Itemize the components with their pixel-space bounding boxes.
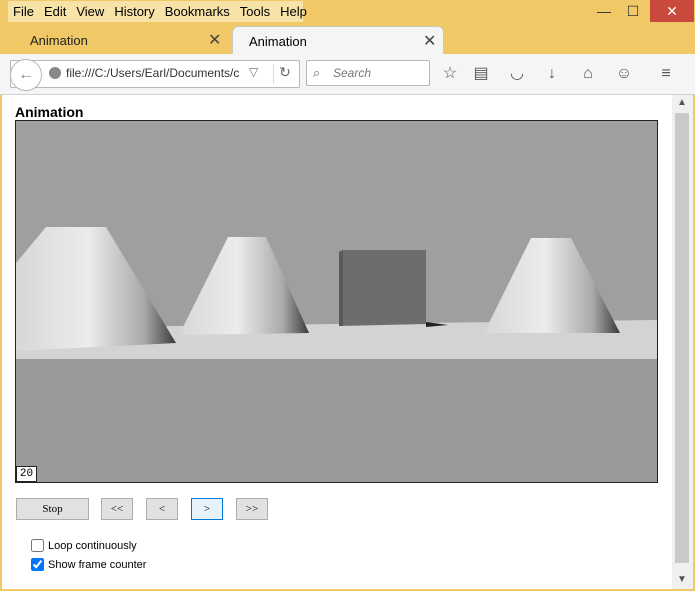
- frame-counter-option[interactable]: Show frame counter: [31, 558, 146, 571]
- frame-counter-checkbox[interactable]: [31, 558, 44, 571]
- frame-counter-label: Show frame counter: [48, 558, 147, 571]
- search-input[interactable]: [331, 63, 427, 83]
- frame-counter: 20: [16, 466, 37, 482]
- close-tab-icon[interactable]: ✕: [208, 30, 228, 50]
- tab-animation-1[interactable]: Animation ✕: [14, 26, 228, 54]
- menu-bar: File Edit View History Bookmarks Tools H…: [8, 1, 307, 22]
- menu-help[interactable]: Help: [275, 4, 312, 19]
- tab-strip: Animation ✕ Animation ✕ +: [0, 26, 695, 76]
- first-frame-button[interactable]: <<: [101, 498, 133, 520]
- home-icon[interactable]: ⌂: [577, 63, 599, 85]
- search-icon: ⌕: [313, 65, 321, 80]
- menu-history[interactable]: History: [109, 4, 159, 19]
- loop-label: Loop continuously: [48, 539, 137, 552]
- scroll-thumb[interactable]: [675, 113, 689, 563]
- tab-label: Animation: [249, 33, 307, 49]
- pocket-icon[interactable]: ◡: [506, 63, 528, 85]
- url-bar[interactable]: ← file:///C:/Users/Earl/Documents/c ▽ ↻: [10, 59, 300, 91]
- loop-option[interactable]: Loop continuously: [31, 539, 137, 552]
- tab-animation-2[interactable]: Animation ✕: [232, 26, 444, 55]
- menu-edit[interactable]: Edit: [39, 4, 71, 19]
- menu-view[interactable]: View: [71, 4, 109, 19]
- animation-viewport: 20: [15, 120, 658, 483]
- download-icon[interactable]: ↓: [541, 63, 563, 85]
- reload-icon[interactable]: ↻: [273, 64, 296, 84]
- page-title: Animation: [15, 104, 84, 120]
- loop-checkbox[interactable]: [31, 539, 44, 552]
- scene-render: [16, 121, 657, 482]
- last-frame-button[interactable]: >>: [236, 498, 268, 520]
- menu-tools[interactable]: Tools: [235, 4, 275, 19]
- minimize-button[interactable]: —: [589, 0, 619, 22]
- next-frame-button[interactable]: >: [191, 498, 223, 520]
- cube: [339, 250, 426, 326]
- close-tab-icon[interactable]: ✕: [423, 31, 443, 51]
- previous-frame-button[interactable]: <: [146, 498, 178, 520]
- menu-bookmarks[interactable]: Bookmarks: [160, 4, 235, 19]
- close-window-button[interactable]: ✕: [650, 0, 694, 22]
- menu-file[interactable]: File: [8, 4, 39, 19]
- url-text[interactable]: file:///C:/Users/Earl/Documents/c: [66, 66, 246, 80]
- reader-view-icon[interactable]: ▤: [470, 63, 492, 85]
- page-content: Animation 20 Stop << < > >> Loop continu…: [2, 95, 672, 589]
- url-dropdown-icon[interactable]: ▽: [249, 65, 258, 79]
- emoji-icon[interactable]: ☺: [613, 63, 635, 85]
- scroll-up-icon[interactable]: ▲: [677, 97, 687, 108]
- stop-button[interactable]: Stop: [16, 498, 89, 520]
- search-box[interactable]: ⌕: [306, 60, 430, 86]
- vertical-scrollbar[interactable]: ▲ ▼: [672, 95, 693, 589]
- nav-bar: ← file:///C:/Users/Earl/Documents/c ▽ ↻ …: [0, 54, 695, 95]
- bookmark-star-icon[interactable]: ☆: [439, 63, 461, 85]
- back-arrow-icon[interactable]: ←: [10, 59, 42, 91]
- tab-label: Animation: [30, 32, 88, 48]
- maximize-button[interactable]: ☐: [618, 0, 648, 22]
- globe-icon: [49, 67, 61, 79]
- scroll-down-icon[interactable]: ▼: [677, 574, 687, 585]
- hamburger-menu-icon[interactable]: ≡: [655, 63, 677, 85]
